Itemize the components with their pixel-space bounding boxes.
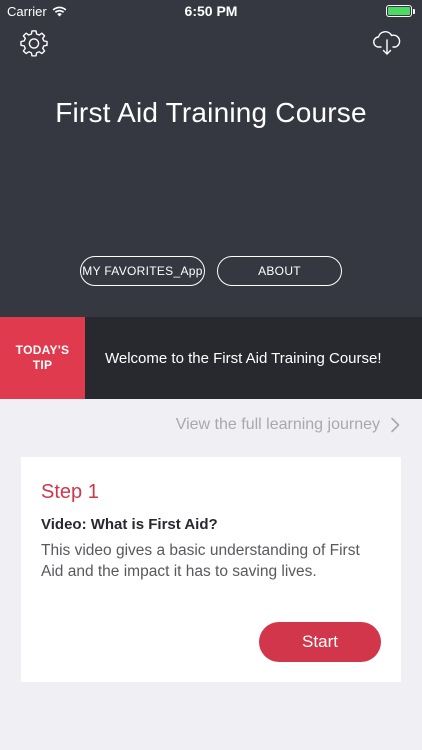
gear-icon[interactable] bbox=[20, 30, 48, 58]
lesson-card: Step 1 Video: What is First Aid? This vi… bbox=[21, 457, 401, 682]
lesson-description: This video gives a basic understanding o… bbox=[41, 542, 360, 580]
battery-level bbox=[388, 7, 410, 15]
my-favorites-button[interactable]: MY FAVORITES_App bbox=[80, 256, 205, 286]
page-title: First Aid Training Course bbox=[55, 97, 367, 128]
status-time: 6:50 PM bbox=[184, 3, 238, 19]
cloud-download-icon[interactable] bbox=[372, 30, 402, 56]
view-learning-journey-link[interactable]: View the full learning journey bbox=[176, 416, 400, 434]
status-bar: Carrier 6:50 PM bbox=[0, 0, 422, 22]
journey-link-label: View the full learning journey bbox=[175, 416, 380, 433]
lesson-title: Video: What is First Aid? bbox=[41, 516, 218, 533]
todays-tip-banner[interactable]: TODAY'S TIP Welcome to the First Aid Tra… bbox=[0, 317, 422, 399]
chevron-right-icon bbox=[391, 417, 400, 433]
todays-tip-badge: TODAY'S TIP bbox=[0, 317, 85, 399]
battery-icon bbox=[386, 5, 415, 17]
hero-header: Carrier 6:50 PM First Aid Training Cours… bbox=[0, 0, 422, 317]
tip-message: Welcome to the First Aid Training Course… bbox=[105, 349, 382, 367]
start-button[interactable]: Start bbox=[259, 622, 381, 662]
battery-nub bbox=[413, 9, 415, 14]
step-label: Step 1 bbox=[41, 481, 99, 503]
about-button[interactable]: ABOUT bbox=[217, 256, 342, 286]
